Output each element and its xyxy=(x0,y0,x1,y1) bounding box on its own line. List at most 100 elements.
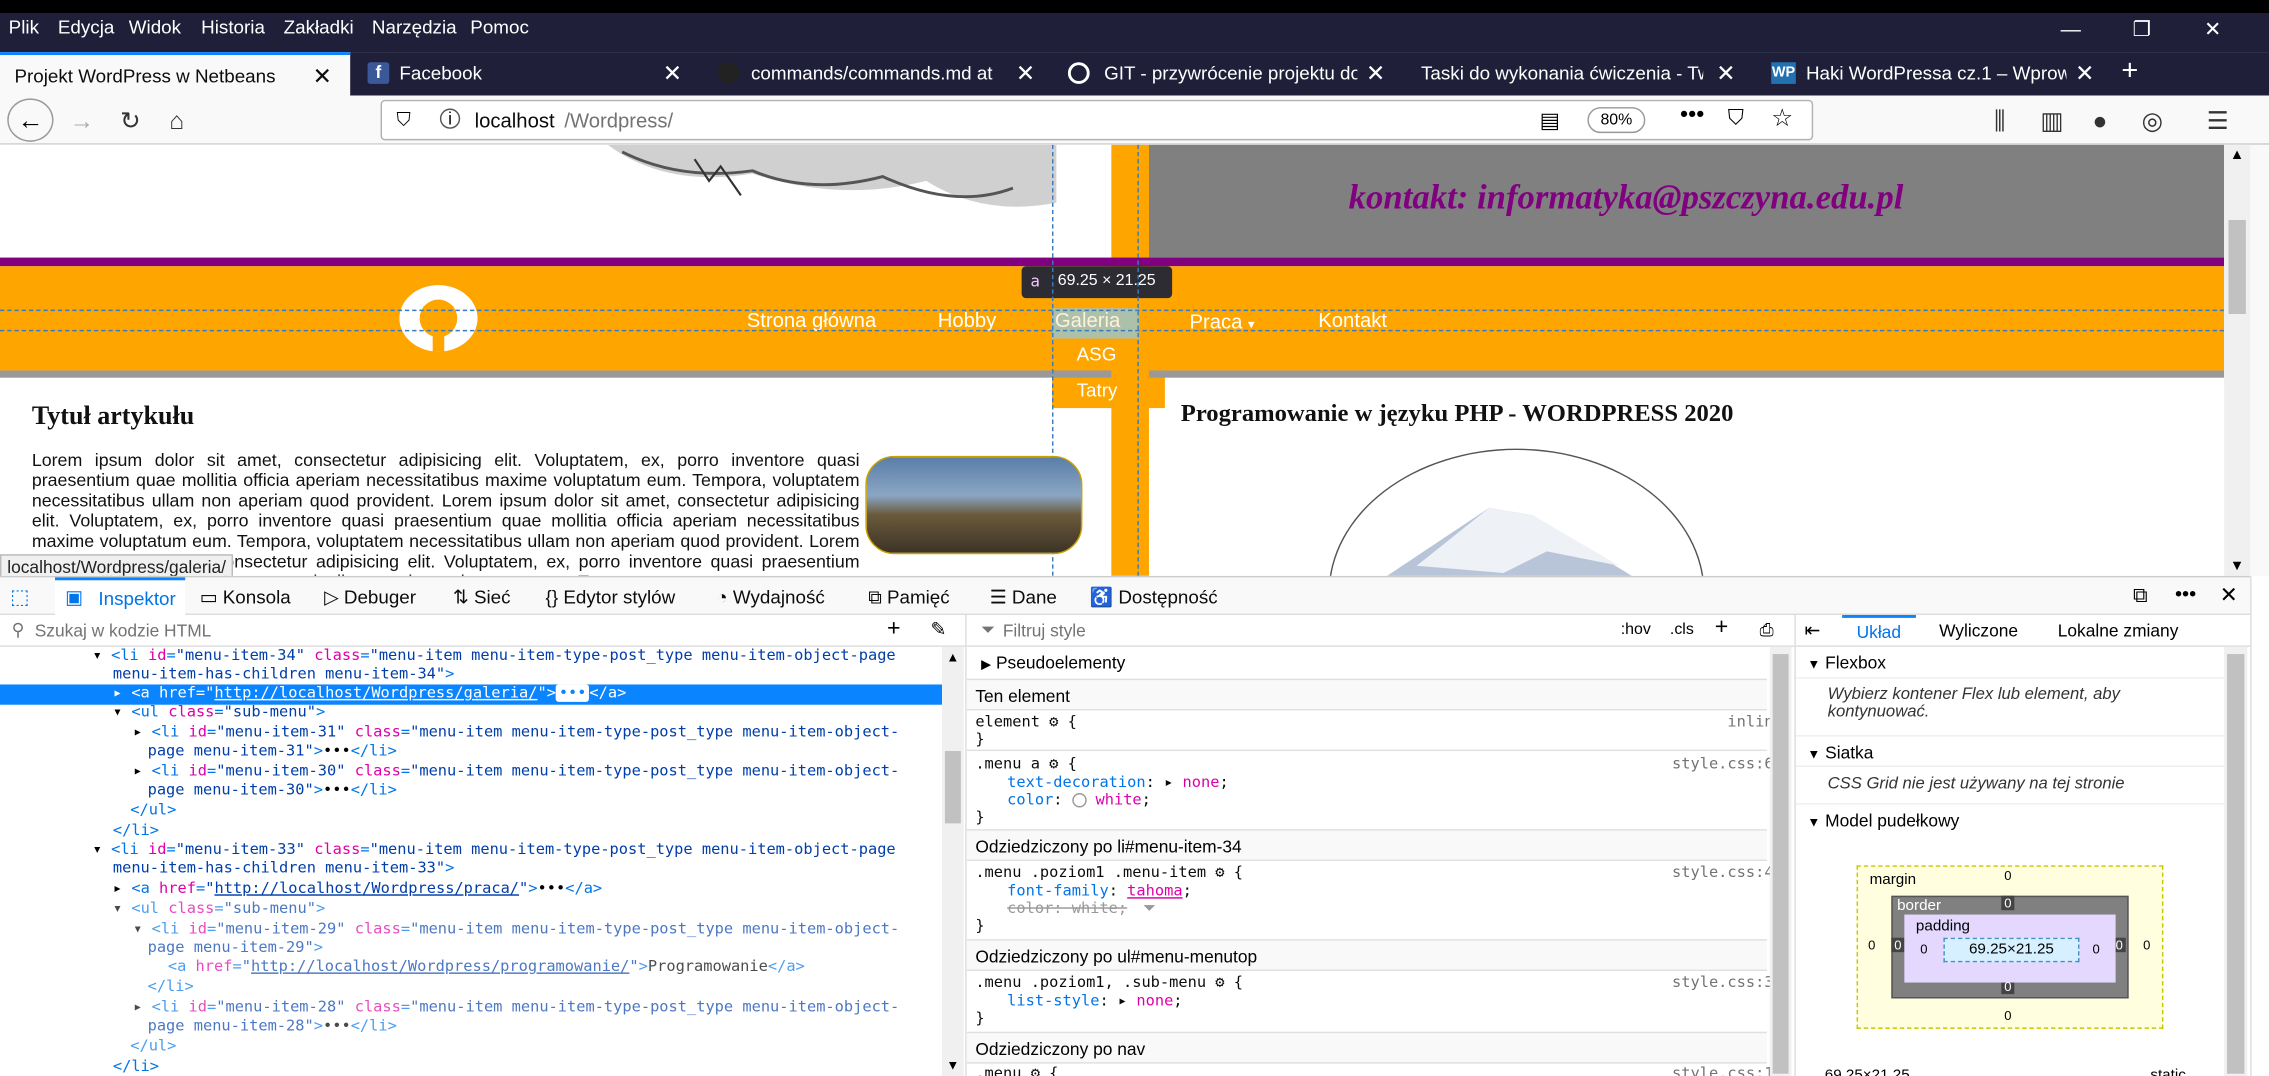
tab-haki-wordpressa[interactable]: WP Haki WordPressa cz.1 – Wprow ✕ xyxy=(1754,52,2107,95)
menu-zakladki[interactable]: Zakładki xyxy=(284,16,354,38)
close-window-icon[interactable]: ✕ xyxy=(2191,17,2234,42)
close-tab-icon[interactable]: ✕ xyxy=(313,62,332,91)
css-declaration[interactable]: color: white; xyxy=(1007,792,1151,809)
submenu-tatry[interactable]: Tatry xyxy=(1077,379,1118,401)
menu-pomoc[interactable]: Pomoc xyxy=(470,16,529,38)
scroll-thumb[interactable] xyxy=(1772,654,1789,1074)
menu-plik[interactable]: Plik xyxy=(9,16,39,38)
pseudo-elements-toggle[interactable]: ▶ Pseudoelementy xyxy=(967,647,1767,679)
pocket-icon[interactable]: ⛉ xyxy=(1728,106,1744,131)
close-tab-icon[interactable]: ✕ xyxy=(1366,59,1385,88)
menu-historia[interactable]: Historia xyxy=(201,16,265,38)
scroll-down-icon[interactable]: ▼ xyxy=(2230,559,2244,575)
add-rule-icon[interactable]: + xyxy=(1715,615,1729,641)
html-line[interactable]: ▾ <li id="menu-item-34" class="menu-item… xyxy=(93,647,896,664)
rules-scrollbar[interactable] xyxy=(1769,646,1792,1076)
layout-scrollbar[interactable] xyxy=(2224,646,2248,1076)
tab-edytor-stylow[interactable]: {} Edytor stylów xyxy=(546,586,676,608)
close-tab-icon[interactable]: ✕ xyxy=(663,59,682,88)
boxmodel-margin[interactable]: margin 0 0 0 0 border 0 0 0 0 padding 0 … xyxy=(1856,865,2164,1029)
boxmodel-padding[interactable]: padding 0 0 69.25×21.25 xyxy=(1904,914,2116,983)
tab-wydajnosc[interactable]: ◔ Wydajność xyxy=(716,586,824,608)
menu-widok[interactable]: Widok xyxy=(129,16,181,38)
minimize-icon[interactable]: — xyxy=(2049,17,2092,40)
dock-icon[interactable]: ⧉ xyxy=(2133,583,2147,608)
boxmodel-border[interactable]: border 0 0 0 0 padding 0 0 69.25×21.25 xyxy=(1891,895,2129,999)
boxmodel-content[interactable]: 69.25×21.25 xyxy=(1943,937,2080,963)
html-line[interactable]: menu-item-has-children menu-item-33"> xyxy=(113,860,455,877)
css-declaration[interactable]: font-family: tahoma; xyxy=(1007,883,1192,900)
border-top[interactable]: 0 xyxy=(2001,895,2015,911)
html-line[interactable]: ▸ <a href="http://localhost/Wordpress/pr… xyxy=(113,880,602,897)
margin-bottom[interactable]: 0 xyxy=(2004,1009,2011,1023)
tab-dane[interactable]: ☰ Dane xyxy=(990,586,1057,609)
account-icon[interactable]: ● xyxy=(2092,107,2107,136)
menu-narzedzia[interactable]: Narzędzia xyxy=(372,16,457,38)
html-line[interactable]: ▾ <ul class="sub-menu"> xyxy=(113,703,325,720)
html-line[interactable]: page menu-item-29"> xyxy=(148,939,323,956)
html-line[interactable]: ▾ <li id="menu-item-33" class="menu-item… xyxy=(93,841,896,858)
tab-github-commands[interactable]: commands/commands.md at ✕ xyxy=(703,52,1050,95)
tab-projekt-wordpress[interactable]: Projekt WordPress w Netbeans ✕ xyxy=(0,52,351,96)
tab-taski[interactable]: Taski do wykonania ćwiczenia - Tw ✕ xyxy=(1404,52,1751,95)
sync-icon[interactable]: ◎ xyxy=(2142,107,2163,136)
hov-toggle[interactable]: :hov xyxy=(1621,621,1651,638)
rule-selector[interactable]: .menu .poziom1 .menu-item ⚙ { xyxy=(975,864,1243,881)
rule-selector[interactable]: .menu ⚙ { xyxy=(975,1065,1058,1076)
rule-selector[interactable]: .menu a ⚙ { xyxy=(975,755,1077,772)
tab-git[interactable]: GIT - przywrócenie projektu do ✕ xyxy=(1053,52,1400,95)
nav-hobby[interactable]: Hobby xyxy=(938,308,997,331)
scroll-thumb[interactable] xyxy=(2228,219,2246,315)
zoom-indicator[interactable]: 80% xyxy=(1587,107,1646,134)
forward-icon[interactable]: → xyxy=(69,107,94,136)
page-scrollbar[interactable]: ▲ ▼ xyxy=(2224,144,2251,576)
rule-source[interactable]: style.css:18 xyxy=(1672,1065,1783,1076)
tab-inspektor[interactable]: ▣ Inspektor xyxy=(54,577,186,616)
border-left[interactable]: 0 xyxy=(1891,937,1905,953)
url-host[interactable]: localhost xyxy=(475,109,555,132)
reload-icon[interactable]: ↻ xyxy=(120,107,141,136)
close-tab-icon[interactable]: ✕ xyxy=(1016,59,1035,88)
padding-right[interactable]: 0 xyxy=(2092,942,2099,956)
element-picker-icon[interactable]: ⬚ xyxy=(10,585,29,610)
sidebar-icon[interactable]: ▥ xyxy=(2040,107,2063,136)
nav-kontakt[interactable]: Kontakt xyxy=(1318,308,1387,331)
tab-debuger[interactable]: ▷ Debuger xyxy=(324,586,416,609)
shield-icon[interactable]: ⛉ xyxy=(396,109,410,132)
back-icon[interactable]: ← xyxy=(7,98,54,142)
tab-dostepnosc[interactable]: ♿ Dostępność xyxy=(1090,586,1218,609)
eyedropper-icon[interactable]: ✎ xyxy=(930,618,946,641)
markup-scrollbar[interactable]: ▲ ▼ xyxy=(942,646,964,1076)
html-line[interactable]: ▸ <li id="menu-item-31" class="menu-item… xyxy=(133,724,899,741)
restore-icon[interactable]: ❐ xyxy=(2120,17,2163,42)
html-line[interactable]: </ul> xyxy=(130,1038,176,1055)
scroll-thumb[interactable] xyxy=(944,751,961,824)
close-tab-icon[interactable]: ✕ xyxy=(1716,59,1735,88)
url-path[interactable]: /Wordpress/ xyxy=(564,109,673,132)
margin-left[interactable]: 0 xyxy=(1868,938,1875,952)
boxmodel-section-toggle[interactable]: ▼ Model pudełkowy xyxy=(1795,803,2225,835)
scroll-thumb[interactable] xyxy=(2227,654,2245,1074)
home-icon[interactable]: ⌂ xyxy=(169,107,184,136)
margin-top[interactable]: 0 xyxy=(2004,868,2011,882)
flexbox-section-toggle[interactable]: ▼ Model pudełkowyFlexbox xyxy=(1795,647,2225,679)
menu-edycja[interactable]: Edycja xyxy=(58,16,114,38)
rule-source[interactable]: style.css:33 xyxy=(1672,974,1783,991)
padding-left[interactable]: 0 xyxy=(1920,942,1927,956)
rule-selector[interactable]: element ⚙ { xyxy=(975,713,1077,730)
html-line[interactable]: page menu-item-30">•••</li> xyxy=(148,781,397,798)
toggle-sidebar-icon[interactable]: ⇤ xyxy=(1804,619,1820,642)
tab-pamiec[interactable]: ⧉ Pamięć xyxy=(868,586,949,609)
tab-facebook[interactable]: f Facebook ✕ xyxy=(353,52,700,95)
scroll-up-icon[interactable]: ▲ xyxy=(2230,148,2244,164)
nav-galeria[interactable]: Galeria xyxy=(1052,308,1139,339)
tab-uklad[interactable]: Układ xyxy=(1842,615,1916,647)
html-line[interactable]: ▸ <li id="menu-item-30" class="menu-item… xyxy=(133,763,899,780)
html-line[interactable]: ▸ <li id="menu-item-28" class="menu-item… xyxy=(133,998,899,1015)
nav-strona-glowna[interactable]: Strona główna xyxy=(747,308,877,331)
css-declaration[interactable]: list-style: ▸ none; xyxy=(1007,993,1182,1010)
css-declaration-overridden[interactable]: color: white; xyxy=(1007,900,1127,917)
html-line[interactable]: </li> xyxy=(113,1058,159,1075)
url-bar[interactable]: ⛉ i localhost /Wordpress/ ▤ 80% ••• ⛉ ☆ xyxy=(380,99,1814,141)
info-icon[interactable]: i xyxy=(439,108,461,129)
